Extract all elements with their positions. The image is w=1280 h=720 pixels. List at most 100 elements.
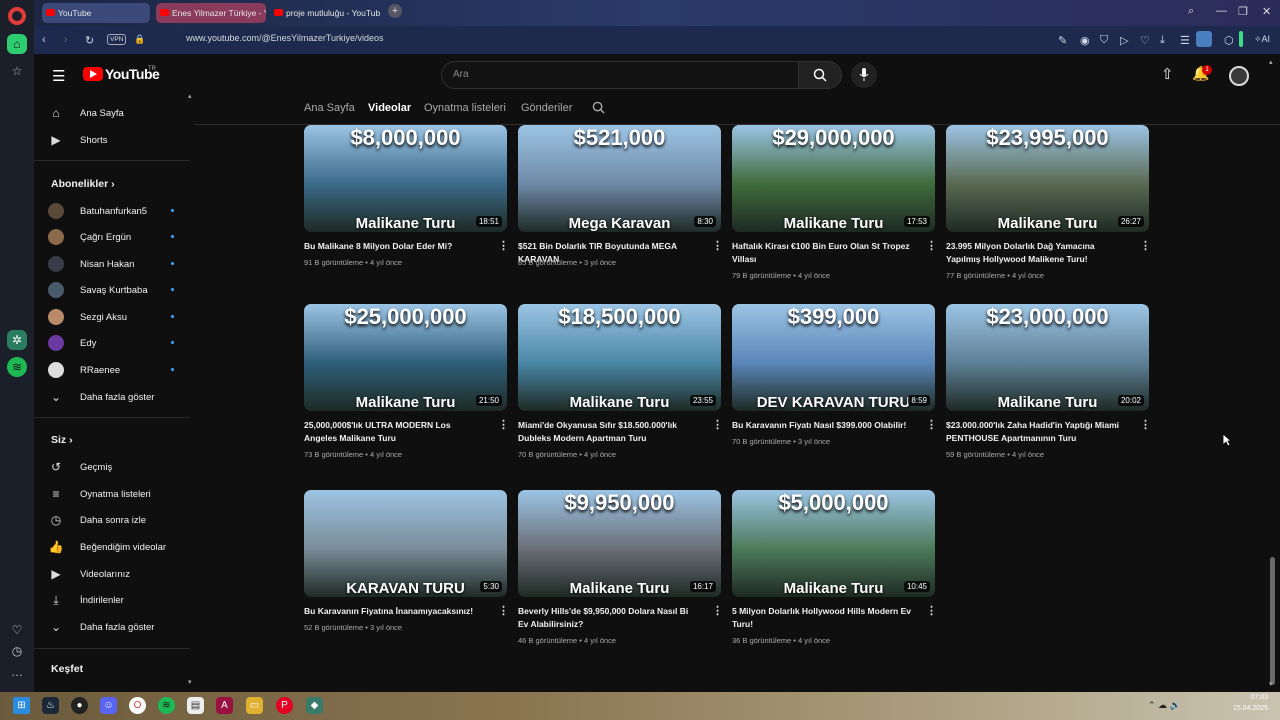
home-icon[interactable]: ⌂ bbox=[7, 34, 27, 54]
notepad-icon[interactable]: ▤ bbox=[187, 697, 204, 714]
opera-logo-icon[interactable] bbox=[8, 7, 26, 25]
video-more-options-icon[interactable]: ⋮ bbox=[498, 604, 509, 617]
chatgpt-icon[interactable]: ✲ bbox=[7, 330, 27, 350]
star-icon[interactable]: ☆ bbox=[7, 61, 27, 81]
app-icon[interactable]: ● bbox=[71, 697, 88, 714]
video-title[interactable]: Bu Karavanın Fiyatına İnanamıyacaksınız! bbox=[304, 605, 484, 618]
video-more-options-icon[interactable]: ⋮ bbox=[498, 239, 509, 252]
video-title[interactable]: Beverly Hills'de $9,950,000 Dolara Nasıl… bbox=[518, 605, 698, 631]
video-grid: $8,000,000 Malikane Turu 18:51 Bu Malikane … bbox=[34, 54, 1280, 692]
video-more-options-icon[interactable]: ⋮ bbox=[712, 239, 723, 252]
opera-icon[interactable]: O bbox=[129, 697, 146, 714]
video-thumbnail[interactable]: $25,000,000 Malikane Turu 21:50 bbox=[304, 304, 507, 411]
cube-icon[interactable]: ⬡ bbox=[1224, 34, 1234, 47]
pinterest-icon[interactable]: P bbox=[276, 697, 293, 714]
youtube-favicon-icon bbox=[160, 9, 169, 16]
thumbnail-caption-text: DEV KARAVAN TURU bbox=[756, 394, 911, 411]
video-more-options-icon[interactable]: ⋮ bbox=[926, 604, 937, 617]
video-thumbnail[interactable]: $9,950,000 Malikane Turu 16:17 bbox=[518, 490, 721, 597]
vpn-badge[interactable]: VPN bbox=[107, 34, 127, 45]
video-thumbnail[interactable]: $399,000 DEV KARAVAN TURU 8:59 bbox=[732, 304, 935, 411]
thumbnail-price-text: $18,500,000 bbox=[558, 304, 681, 329]
reload-icon[interactable]: ↻ bbox=[85, 34, 94, 47]
video-duration: 8:30 bbox=[694, 216, 716, 227]
video-title[interactable]: 5 Milyon Dolarlık Hollywood Hills Modern… bbox=[732, 605, 912, 631]
shield-icon[interactable]: ⛉ bbox=[1100, 34, 1108, 47]
heart-icon[interactable]: ♡ bbox=[7, 620, 27, 640]
system-tray-icons[interactable]: ⌃ ☁ 🔊 bbox=[1148, 700, 1181, 711]
spotify-icon[interactable]: ≋ bbox=[7, 357, 27, 377]
windows-start-icon[interactable]: ⊞ bbox=[13, 697, 30, 714]
video-title[interactable]: Miami'de Okyanusa Sıfır $18.500.000'lık … bbox=[518, 419, 698, 445]
video-thumbnail[interactable]: $521,000 Mega Karavan 8:30 bbox=[518, 125, 721, 232]
history-clock-icon[interactable]: ◷ bbox=[7, 641, 27, 661]
scroll-up-icon[interactable]: ▴ bbox=[1269, 58, 1273, 66]
browser-tab-proje[interactable]: proje mutluluğu - YouTub bbox=[270, 3, 380, 23]
youtube-page: ☰ YouTube TR Ara ⇧ 🔔 1 ⌂ Ana Sayfa ▶ Short… bbox=[34, 54, 1280, 692]
clock-date[interactable]: 15.04.2025 bbox=[1222, 705, 1268, 712]
youtube-favicon-icon bbox=[274, 9, 283, 16]
video-meta: 73 B görüntüleme • 4 yıl önce bbox=[304, 450, 403, 459]
video-thumbnail[interactable]: KARAVAN TURU 5:30 bbox=[304, 490, 507, 597]
extension-image-icon[interactable] bbox=[1196, 31, 1212, 47]
spotify-icon[interactable]: ≋ bbox=[158, 697, 175, 714]
app-icon[interactable]: ◆ bbox=[306, 697, 323, 714]
video-title[interactable]: $23.000.000'lık Zaha Hadid'in Yaptığı Mi… bbox=[946, 419, 1126, 445]
file-explorer-icon[interactable]: ▭ bbox=[246, 697, 263, 714]
video-duration: 16:17 bbox=[689, 581, 716, 592]
video-more-options-icon[interactable]: ⋮ bbox=[1140, 239, 1151, 252]
new-tab-button[interactable]: + bbox=[388, 4, 402, 18]
browser-tab-youtube[interactable]: YouTube bbox=[42, 3, 150, 23]
video-more-options-icon[interactable]: ⋮ bbox=[926, 239, 937, 252]
lock-icon[interactable]: 🔒 bbox=[134, 34, 145, 45]
steam-icon[interactable]: ♨ bbox=[42, 697, 59, 714]
play-icon[interactable]: ▷ bbox=[1120, 34, 1128, 47]
page-scrollbar[interactable] bbox=[1270, 557, 1275, 685]
discord-icon[interactable]: ☺ bbox=[100, 697, 117, 714]
video-thumbnail[interactable]: $23,995,000 Malikane Turu 26:27 bbox=[946, 125, 1149, 232]
opera-sidebar: ⌂ ☆ ✲ ≋ ♡ ◷ … bbox=[0, 0, 34, 692]
menu-lines-icon[interactable]: ☰ bbox=[1180, 34, 1190, 47]
more-icon[interactable]: … bbox=[7, 662, 27, 682]
clock-time[interactable]: 07:03 bbox=[1222, 694, 1268, 701]
video-more-options-icon[interactable]: ⋮ bbox=[498, 418, 509, 431]
video-title[interactable]: Haftalık Kirası €100 Bin Euro Olan St Tr… bbox=[732, 240, 912, 266]
minimize-button[interactable]: — bbox=[1216, 5, 1227, 17]
video-thumbnail[interactable]: $5,000,000 Malikane Turu 10:45 bbox=[732, 490, 935, 597]
video-meta: 91 B görüntüleme • 4 yıl önce bbox=[304, 258, 403, 267]
video-title[interactable]: 25,000,000$'lık ULTRA MODERN Los Angeles… bbox=[304, 419, 484, 445]
forward-icon[interactable]: › bbox=[64, 34, 68, 46]
video-meta: 77 B görüntüleme • 4 yıl önce bbox=[946, 271, 1045, 280]
video-thumbnail[interactable]: $29,000,000 Malikane Turu 17:53 bbox=[732, 125, 935, 232]
affinity-icon[interactable]: A bbox=[216, 697, 233, 714]
video-thumbnail[interactable]: $18,500,000 Malikane Turu 23:55 bbox=[518, 304, 721, 411]
browser-tab-bar: YouTube Enes Yilmazer Türkiye - Yo proje… bbox=[34, 0, 1280, 26]
video-duration: 23:55 bbox=[689, 395, 716, 406]
sidebar-toggle[interactable] bbox=[1239, 31, 1243, 47]
back-icon[interactable]: ‹ bbox=[42, 34, 46, 46]
video-more-options-icon[interactable]: ⋮ bbox=[1140, 418, 1151, 431]
video-more-options-icon[interactable]: ⋮ bbox=[926, 418, 937, 431]
video-meta: 70 B görüntüleme • 4 yıl önce bbox=[518, 450, 617, 459]
close-window-button[interactable]: ✕ bbox=[1262, 5, 1271, 18]
video-thumbnail[interactable]: $23,000,000 Malikane Turu 20:02 bbox=[946, 304, 1149, 411]
scroll-down-icon[interactable]: ▾ bbox=[1269, 680, 1273, 688]
download-icon[interactable]: ⤓ bbox=[1160, 34, 1165, 47]
video-title[interactable]: Bu Malikane 8 Milyon Dolar Eder Mi? bbox=[304, 240, 484, 253]
browser-tab-enes[interactable]: Enes Yilmazer Türkiye - Yo bbox=[156, 3, 266, 23]
windows-taskbar: ⊞ ♨ ● ☺ O ≋ ▤ A ▭ P ◆ ⌃ ☁ 🔊 07:03 15.04.… bbox=[0, 692, 1280, 720]
ai-button[interactable]: ✧AI bbox=[1254, 34, 1270, 45]
address-bar: ‹ › ↻ VPN 🔒 www.youtube.com/@EnesYilmaze… bbox=[34, 26, 1280, 54]
video-title[interactable]: Bu Karavanın Fiyatı Nasıl $399.000 Olabi… bbox=[732, 419, 912, 432]
url-field[interactable]: www.youtube.com/@EnesYilmazerTurkiye/vid… bbox=[186, 33, 384, 43]
thumbnail-price-text: $23,000,000 bbox=[986, 304, 1109, 329]
camera-icon[interactable]: ◉ bbox=[1080, 34, 1090, 47]
maximize-button[interactable]: ❐ bbox=[1238, 5, 1248, 18]
search-tabs-icon[interactable]: ⌕ bbox=[1188, 5, 1194, 18]
video-more-options-icon[interactable]: ⋮ bbox=[712, 418, 723, 431]
video-thumbnail[interactable]: $8,000,000 Malikane Turu 18:51 bbox=[304, 125, 507, 232]
heart-outline-icon[interactable]: ♡ bbox=[1140, 34, 1150, 47]
video-title[interactable]: 23.995 Milyon Dolarlık Dağ Yamacına Yapı… bbox=[946, 240, 1126, 266]
edit-icon[interactable]: ✎ bbox=[1058, 34, 1067, 47]
video-more-options-icon[interactable]: ⋮ bbox=[712, 604, 723, 617]
